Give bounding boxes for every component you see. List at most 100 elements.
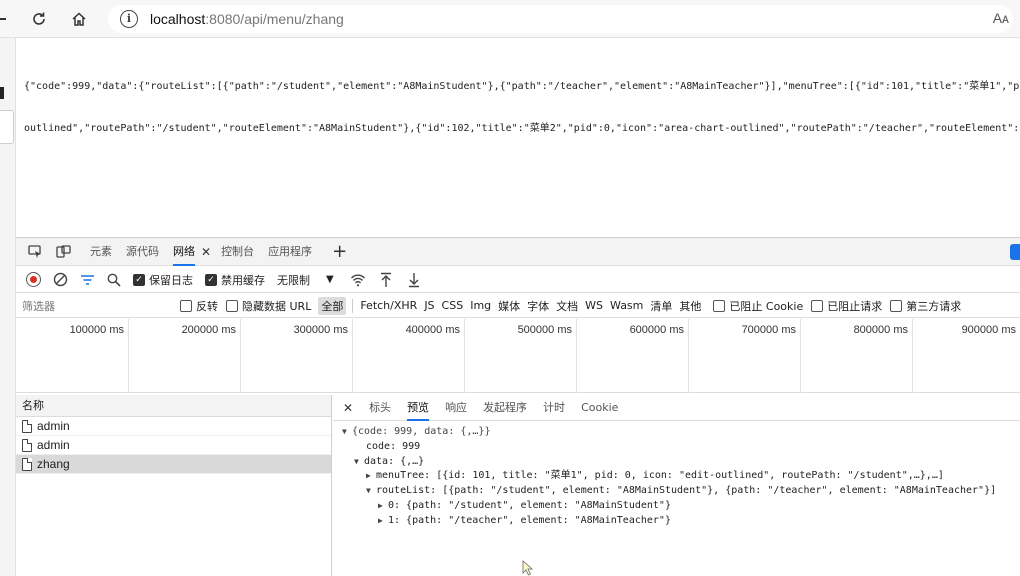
filter-type-ws[interactable]: WS [585, 299, 603, 312]
filter-type-manifest[interactable]: 清单 [650, 298, 672, 314]
network-conditions-icon[interactable] [350, 273, 366, 287]
network-timeline[interactable]: 100000 ms 200000 ms 300000 ms 400000 ms … [16, 319, 1020, 393]
request-name: admin [37, 437, 70, 452]
tab-network[interactable]: 网络 [173, 238, 195, 266]
filter-icon[interactable] [80, 274, 95, 286]
timeline-tick: 300000 ms [240, 319, 352, 393]
device-toolbar-icon[interactable] [54, 243, 72, 261]
request-detail-pane: ✕ 标头 预览 响应 发起程序 计时 Cookie ▼ {code: 999, d… [333, 395, 1020, 576]
filter-type-img[interactable]: Img [470, 299, 491, 312]
checkbox-icon [890, 299, 903, 312]
tab-elements[interactable]: 元素 [90, 238, 112, 266]
timeline-label: 600000 ms [629, 324, 684, 336]
request-row-selected[interactable]: zhang [16, 455, 331, 474]
invert-label: 反转 [196, 299, 218, 313]
record-icon[interactable] [26, 272, 41, 287]
divider [352, 298, 354, 313]
tab-initiator[interactable]: 发起程序 [483, 395, 527, 421]
checkbox-icon [226, 299, 238, 312]
invert-checkbox[interactable]: 反转 [180, 298, 218, 314]
request-row[interactable]: admin [16, 417, 331, 436]
upload-icon[interactable] [380, 272, 392, 288]
filter-type-all[interactable]: 全部 [318, 296, 347, 315]
read-aloud-icon[interactable]: Aᴀ [993, 10, 1009, 26]
hide-data-url-checkbox[interactable]: 隐藏数据 URL [226, 298, 311, 314]
tab-headers[interactable]: 标头 [369, 395, 391, 421]
filter-type-font[interactable]: 字体 [527, 298, 549, 314]
tab-console[interactable]: 控制台 [221, 238, 254, 266]
collapsed-triangle-icon: ▶ [378, 500, 383, 510]
tree-node-text: data: {,…} [364, 455, 425, 467]
request-row[interactable]: admin [16, 436, 331, 455]
blocked-requests-label: 已阻止请求 [827, 299, 883, 313]
tree-node-routelist[interactable]: ▼ routeList: [{path: "/student", element:… [333, 484, 1020, 499]
tree-node-text: {code: 999, data: {,…}} [352, 426, 491, 437]
disable-cache-checkbox[interactable]: ✓ 禁用缓存 [205, 272, 265, 288]
add-tab-icon[interactable]: + [332, 241, 347, 262]
clear-icon[interactable] [53, 272, 68, 287]
timeline-tick: 600000 ms [576, 319, 688, 393]
devtools-tabbar: 元素 源代码 网络 ✕ 控制台 应用程序 + [16, 238, 1020, 266]
checkbox-icon [811, 299, 824, 312]
tab-cookies[interactable]: Cookie [581, 395, 618, 421]
hide-data-url-label: 隐藏数据 URL [242, 299, 312, 313]
filter-type-css[interactable]: CSS [442, 299, 464, 312]
search-icon[interactable] [107, 273, 121, 287]
download-icon[interactable] [408, 272, 420, 288]
side-panel-tab[interactable] [0, 110, 14, 144]
collapsed-triangle-icon: ▶ [378, 515, 383, 525]
blocked-requests-checkbox[interactable]: 已阻止请求 [811, 298, 882, 314]
url-text: localhost:8080/api/menu/zhang [150, 11, 344, 27]
throttle-select[interactable]: 无限制 ▼ [277, 272, 334, 288]
timeline-label: 100000 ms [69, 324, 124, 336]
site-info-icon[interactable]: i [120, 10, 138, 28]
detail-tabbar: ✕ 标头 预览 响应 发起程序 计时 Cookie [333, 395, 1020, 421]
blocked-cookies-checkbox[interactable]: 已阻止 Cookie [713, 298, 803, 314]
throttle-value: 无限制 [277, 273, 310, 287]
name-column-header[interactable]: 名称 [16, 395, 331, 417]
close-detail-icon[interactable]: ✕ [343, 401, 353, 415]
json-preview-tree: ▼ {code: 999, data: {,…}} code: 999 ▼ data… [333, 421, 1020, 529]
issues-badge-icon[interactable] [1010, 244, 1020, 260]
tab-preview[interactable]: 预览 [407, 395, 430, 421]
request-list: 名称 admin admin zhang [16, 395, 332, 576]
expanded-triangle-icon: ▼ [342, 427, 347, 436]
filter-type-js[interactable]: JS [424, 299, 434, 312]
expanded-triangle-icon: ▼ [366, 486, 371, 496]
filter-type-other[interactable]: 其他 [679, 298, 701, 314]
inspect-element-icon[interactable] [26, 243, 44, 261]
request-name: admin [37, 418, 70, 433]
address-bar[interactable]: i localhost:8080/api/menu/zhang Aᴀ [108, 5, 1013, 33]
filter-type-doc[interactable]: 文档 [556, 298, 578, 314]
tree-node-route-0[interactable]: ▶ 0: {path: "/student", element: "A8MainS… [333, 499, 1020, 514]
tree-node-route-1[interactable]: ▶ 1: {path: "/teacher", element: "A8MainT… [333, 514, 1020, 529]
filter-input[interactable]: 筛选器 [22, 298, 172, 314]
check-icon: ✓ [205, 273, 217, 286]
tree-node-text: code: 999 [366, 440, 421, 452]
tab-sources[interactable]: 源代码 [126, 238, 159, 266]
back-icon[interactable] [0, 18, 6, 20]
collapsed-triangle-icon: ▶ [366, 471, 371, 481]
close-tab-icon[interactable]: ✕ [201, 245, 211, 259]
filter-type-media[interactable]: 媒体 [498, 298, 520, 314]
timeline-tick: 500000 ms [464, 319, 576, 393]
json-line: {"code":999,"data":{"routeList":[{"path"… [24, 81, 1020, 92]
tab-timing[interactable]: 计时 [543, 395, 565, 421]
timeline-tick: 400000 ms [352, 319, 464, 393]
url-host: localhost [150, 11, 206, 27]
reload-icon[interactable] [28, 8, 50, 30]
filter-type-fetch[interactable]: Fetch/XHR [360, 299, 417, 312]
tree-node-text: 0: {path: "/student", element: "A8MainSt… [388, 499, 671, 511]
expanded-triangle-icon: ▼ [354, 456, 359, 466]
tree-node-menutree[interactable]: ▶ menuTree: [{id: 101, title: "菜单1", pid:… [333, 469, 1020, 484]
document-icon [22, 438, 32, 452]
tab-application[interactable]: 应用程序 [268, 238, 312, 266]
tab-response[interactable]: 响应 [445, 395, 467, 421]
tree-node-root[interactable]: ▼ {code: 999, data: {,…}} [333, 425, 1020, 440]
preserve-log-checkbox[interactable]: ✓ 保留日志 [133, 272, 193, 288]
third-party-checkbox[interactable]: 第三方请求 [890, 298, 961, 314]
home-icon[interactable] [68, 8, 90, 30]
tree-node-data[interactable]: ▼ data: {,…} [333, 455, 1020, 470]
tree-node-text: 1: {path: "/teacher", element: "A8MainTe… [388, 514, 671, 526]
filter-type-wasm[interactable]: Wasm [610, 299, 643, 312]
